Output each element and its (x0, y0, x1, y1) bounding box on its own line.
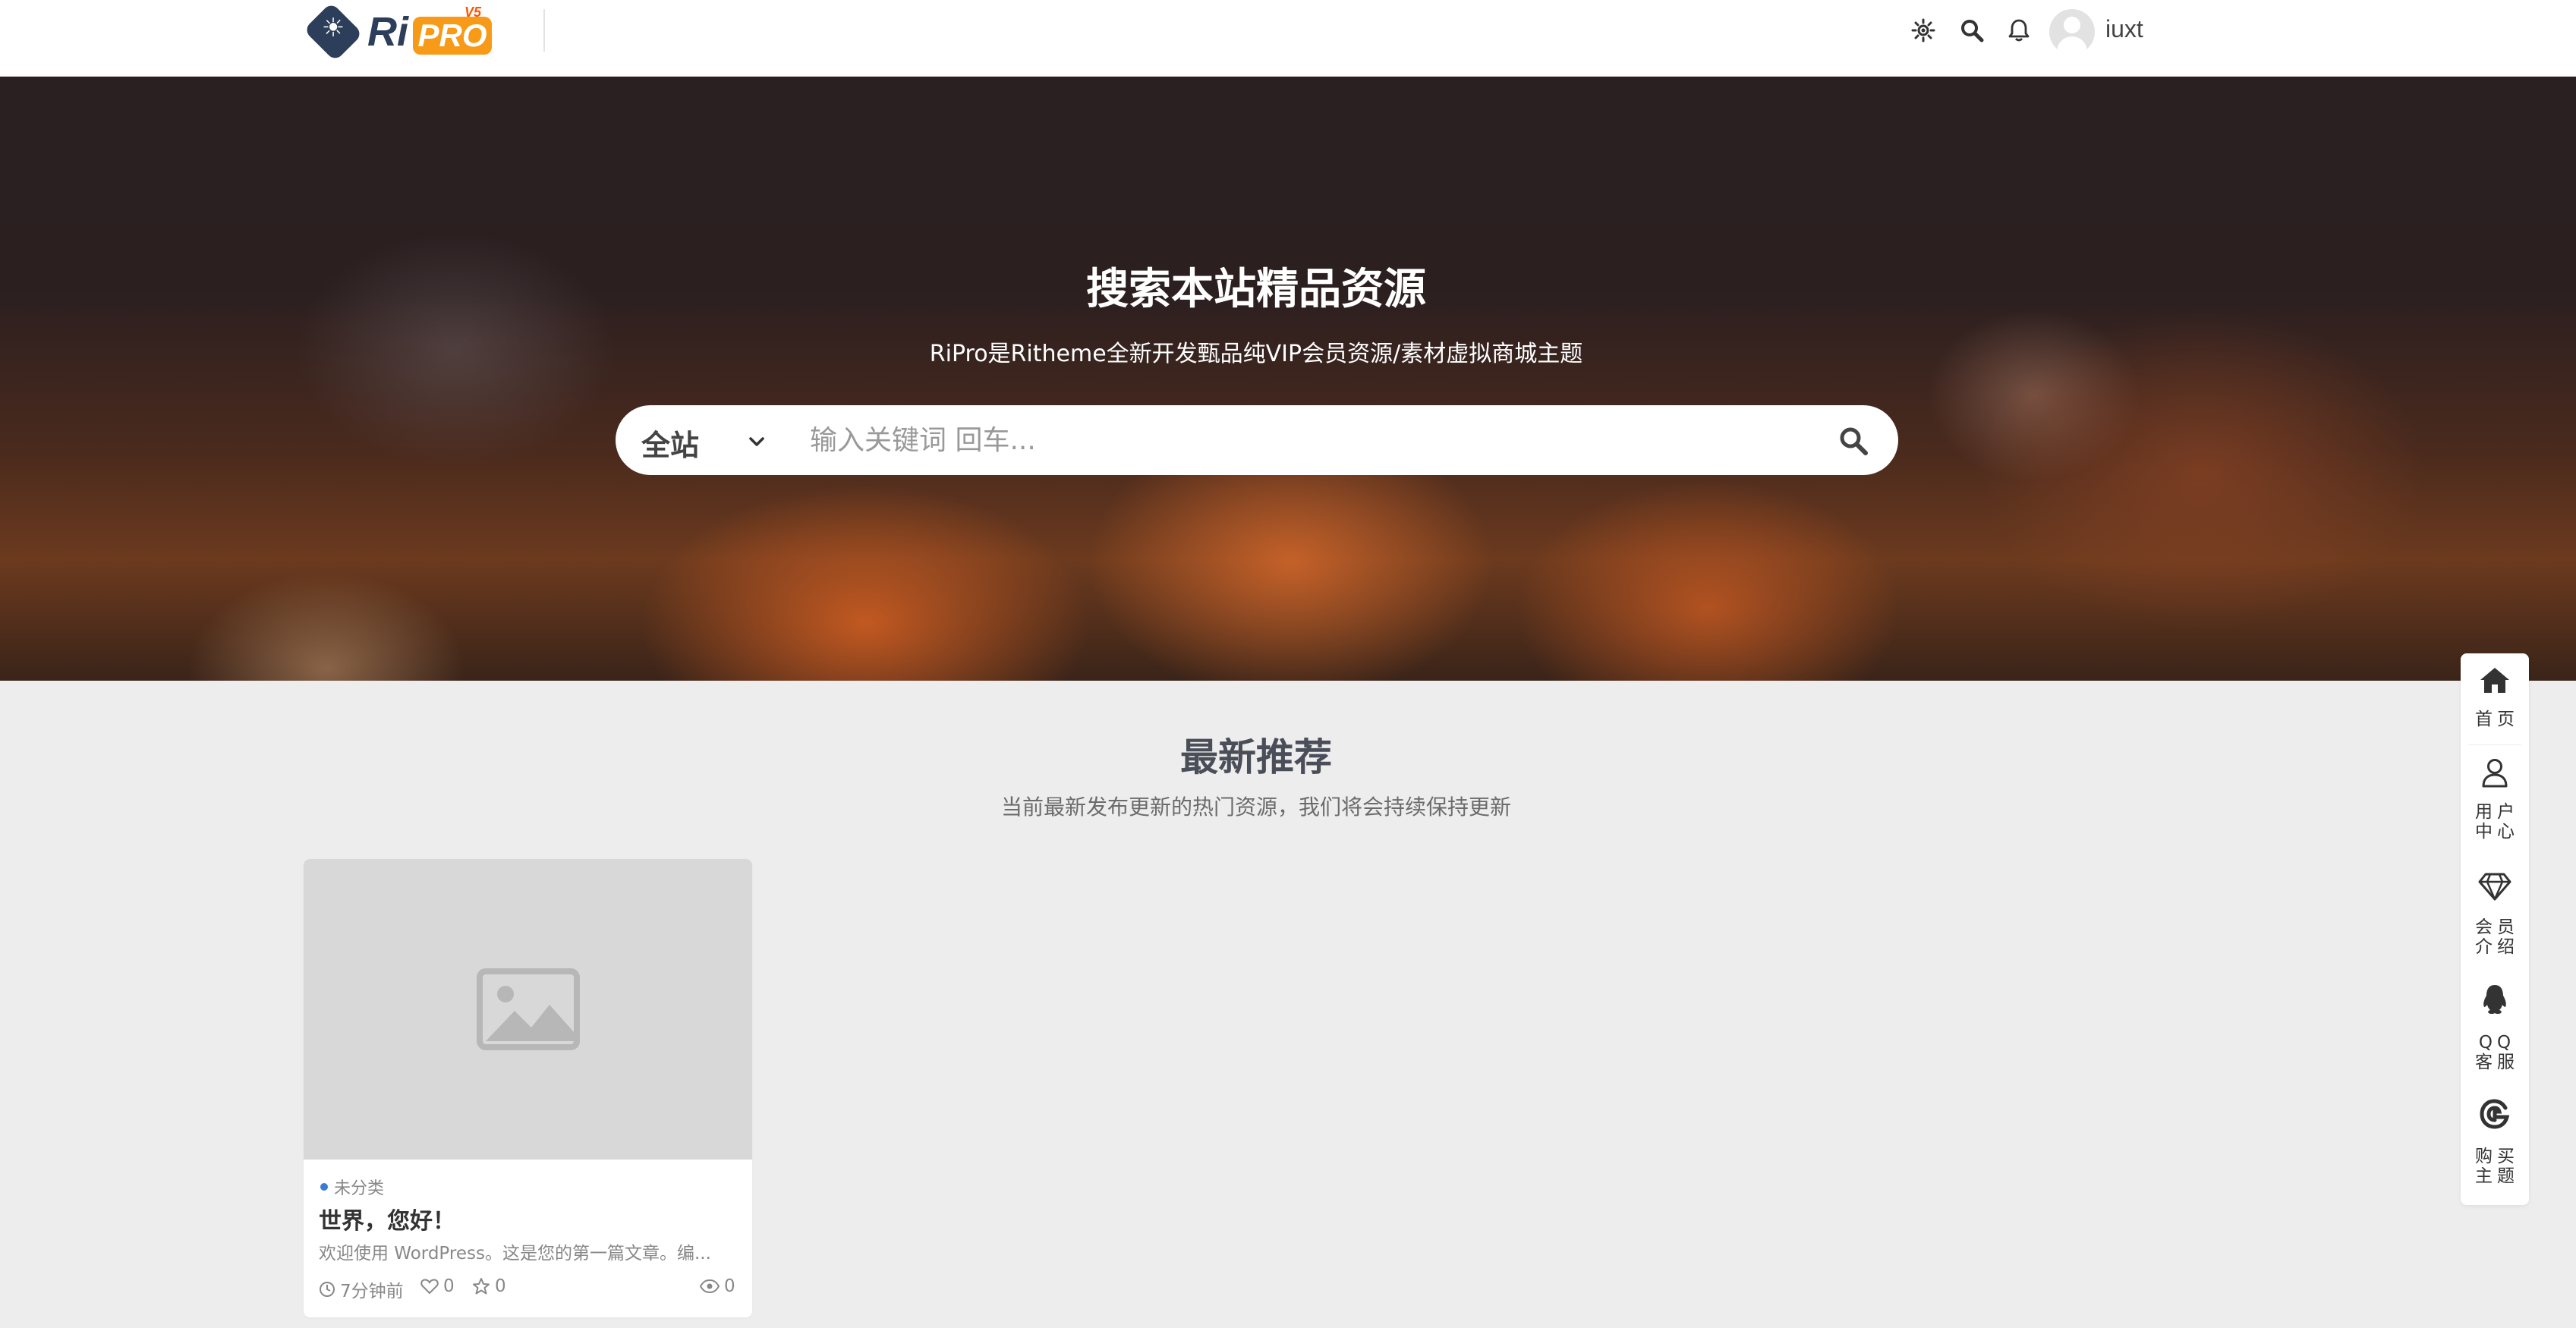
hero-title: 搜索本站精品资源 (1086, 265, 1426, 314)
post-category[interactable]: 未分类 (320, 1175, 384, 1199)
post-likes[interactable]: 0 (420, 1276, 455, 1296)
buy-theme-icon (2477, 1097, 2512, 1131)
post-views-count: 0 (724, 1276, 735, 1296)
eye-icon (700, 1279, 720, 1294)
float-item-qq-service-line2: 客服 (2475, 1053, 2519, 1072)
post-favorites-count: 0 (495, 1276, 506, 1296)
search-submit-icon[interactable] (1834, 422, 1872, 460)
post-title[interactable]: 世界，您好！ (319, 1202, 455, 1235)
logo-sun-icon: ☀ (321, 13, 345, 43)
float-item-user-center-line1: 用户 (2475, 802, 2519, 822)
header-divider (543, 9, 545, 52)
float-item-qq-service-line1: QQ (2478, 1033, 2516, 1053)
site-header: ☀ Ri PRO V5 iuxt (0, 0, 2576, 77)
hero-banner: 搜索本站精品资源 RiPro是Ritheme全新开发甄品纯VIP会员资源/素材虚… (0, 77, 2576, 681)
float-separator (2468, 744, 2521, 745)
hero-subtitle: RiPro是Ritheme全新开发甄品纯VIP会员资源/素材虚拟商城主题 (929, 341, 1583, 367)
section-subtitle: 当前最新发布更新的热门资源，我们将会持续保持更新 (1000, 795, 1511, 820)
post-meta: 7分钟前 0 0 0 (319, 1276, 738, 1302)
float-item-membership-line2: 介绍 (2475, 937, 2519, 957)
image-placeholder-icon (476, 968, 580, 1050)
post-likes-count: 0 (443, 1276, 455, 1296)
logo-version: V5 (464, 5, 482, 20)
float-item-user-center[interactable]: 用户 中心 (2461, 747, 2529, 858)
float-item-qq-service[interactable]: QQ 客服 (2461, 978, 2529, 1089)
post-time: 7分钟前 (319, 1276, 404, 1302)
float-item-membership[interactable]: 会员 介绍 (2461, 863, 2529, 974)
float-item-home-label: 首页 (2475, 710, 2519, 729)
float-item-buy-theme[interactable]: 购买 主题 (2461, 1094, 2529, 1204)
search-input[interactable] (810, 419, 1667, 461)
user-icon (2477, 755, 2512, 790)
float-item-membership-line1: 会员 (2475, 917, 2519, 937)
search-category-select[interactable]: 全站 (641, 422, 699, 464)
clock-icon (320, 1282, 335, 1297)
post-card[interactable]: 未分类 世界，您好！ 欢迎使用 WordPress。这是您的第一篇文章。编...… (304, 859, 752, 1317)
avatar-body (2057, 36, 2087, 55)
post-favorites[interactable]: 0 (472, 1276, 506, 1296)
floating-sidebar: 首页 用户 中心 会员 介绍 QQ 客服 购买 主题 (2461, 653, 2529, 1205)
username[interactable]: iuxt (2105, 15, 2143, 43)
heart-icon (420, 1279, 439, 1295)
post-views: 0 (700, 1276, 735, 1296)
post-time-label: 7分钟前 (340, 1282, 404, 1301)
logo-text-ri: Ri (367, 9, 408, 55)
float-item-user-center-line2: 中心 (2475, 822, 2519, 842)
bell-icon[interactable] (2002, 14, 2036, 47)
post-excerpt: 欢迎使用 WordPress。这是您的第一篇文章。编... (319, 1244, 711, 1263)
diamond-icon (2477, 869, 2512, 904)
avatar-head (2064, 17, 2080, 33)
site-logo[interactable]: ☀ Ri PRO V5 (302, 2, 496, 62)
avatar[interactable] (2049, 9, 2095, 55)
category-dot (320, 1183, 328, 1191)
qq-icon (2477, 983, 2512, 1018)
logo-text-pro: PRO (413, 17, 492, 55)
search-bar: 全站 (616, 405, 1898, 475)
section-title: 最新推荐 (1180, 735, 1332, 779)
home-icon (2477, 662, 2512, 697)
star-icon (473, 1278, 490, 1295)
chevron-down-icon[interactable] (743, 428, 770, 455)
float-item-buy-theme-line2: 主题 (2475, 1166, 2519, 1186)
theme-toggle-icon[interactable] (1907, 14, 1940, 47)
post-thumbnail[interactable] (304, 859, 752, 1160)
float-item-buy-theme-line1: 购买 (2475, 1147, 2519, 1166)
search-icon[interactable] (1955, 14, 1989, 47)
post-category-label[interactable]: 未分类 (334, 1175, 384, 1199)
